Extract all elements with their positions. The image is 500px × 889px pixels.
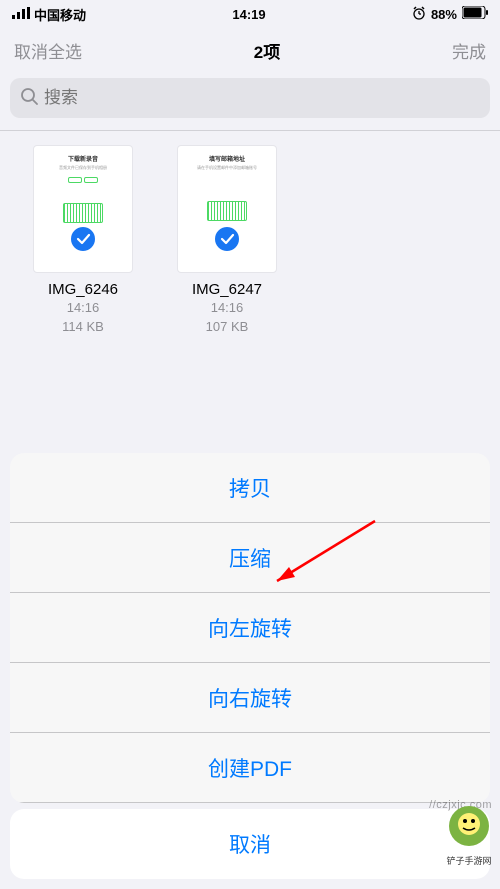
action-rotate-left[interactable]: 向左旋转 bbox=[10, 593, 490, 663]
cancel-button[interactable]: 取消 bbox=[10, 809, 490, 879]
action-copy[interactable]: 拷贝 bbox=[10, 453, 490, 523]
watermark-logo-icon: 铲子手游网 bbox=[444, 801, 494, 867]
action-compress[interactable]: 压缩 bbox=[10, 523, 490, 593]
action-sheet-backdrop: 拷贝 压缩 向左旋转 向右旋转 创建PDF 取消 bbox=[0, 0, 500, 889]
watermark-label: 铲子手游网 bbox=[444, 854, 494, 867]
action-sheet: 拷贝 压缩 向左旋转 向右旋转 创建PDF bbox=[10, 453, 490, 803]
action-create-pdf[interactable]: 创建PDF bbox=[10, 733, 490, 803]
action-rotate-right[interactable]: 向右旋转 bbox=[10, 663, 490, 733]
